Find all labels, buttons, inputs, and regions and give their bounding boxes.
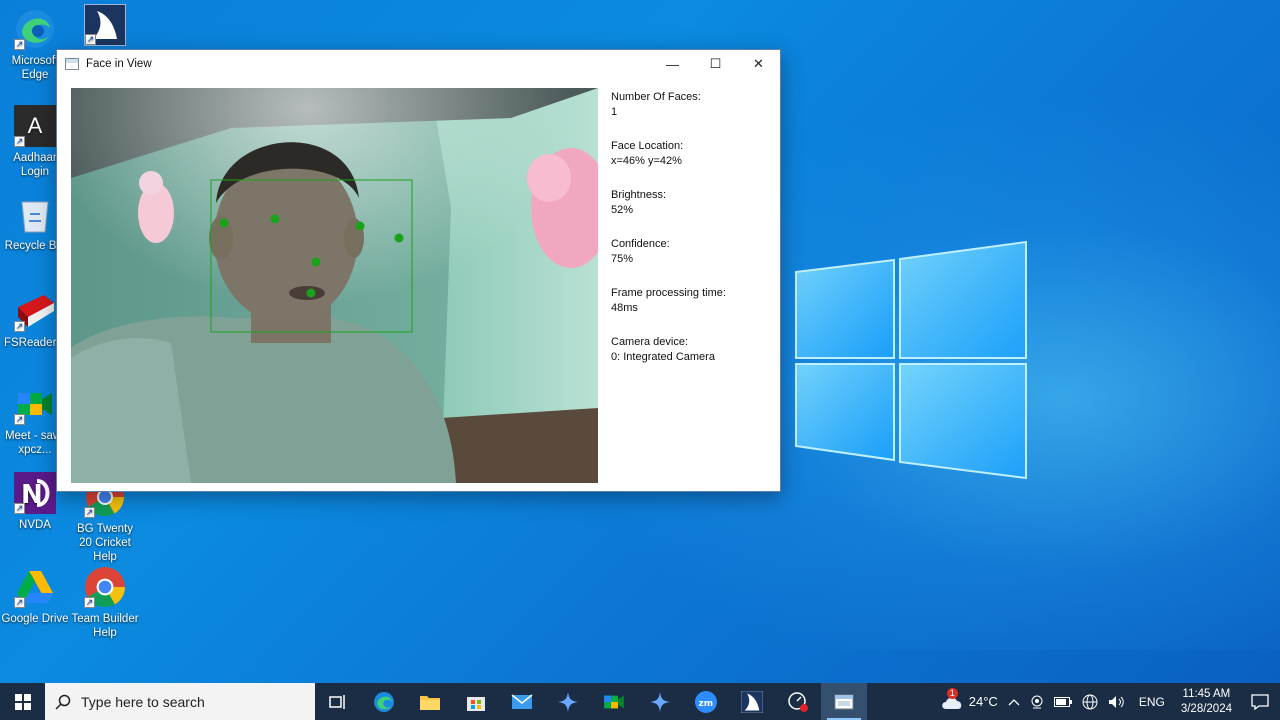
taskbar-mail[interactable] bbox=[499, 683, 545, 720]
stat-label: Camera device: bbox=[611, 336, 689, 348]
taskbar: Type here to search zm 1 24°C ENG 11:45 … bbox=[0, 683, 1280, 720]
notifications-button[interactable] bbox=[1240, 683, 1280, 720]
stat-value: 75% bbox=[611, 253, 634, 265]
window-app-icon bbox=[834, 694, 854, 709]
shark-app-icon: ↗ bbox=[84, 4, 126, 46]
zoom-icon: zm bbox=[695, 690, 717, 713]
show-hidden-icons-button[interactable] bbox=[1003, 698, 1025, 706]
battery-icon bbox=[1053, 696, 1072, 707]
stat-value: 48ms bbox=[611, 302, 638, 314]
clock-date: 3/28/2024 bbox=[1180, 702, 1232, 715]
window-titlebar[interactable]: Face in View — ☐ ✕ bbox=[57, 50, 780, 78]
stat-face-location: Face Location: x=46% y=42% bbox=[611, 139, 771, 169]
stat-value: 52% bbox=[611, 204, 634, 216]
stats-panel: Number Of Faces: 1 Face Location: x=46% … bbox=[611, 90, 771, 384]
taskbar-copilot[interactable] bbox=[545, 683, 591, 720]
weather-alert-badge: 1 bbox=[946, 687, 958, 699]
clock[interactable]: 11:45 AM 3/28/2024 bbox=[1173, 687, 1240, 717]
desktop-icon-shark[interactable]: ↗ bbox=[70, 4, 140, 50]
sparkle-icon bbox=[650, 691, 670, 712]
task-view-button[interactable] bbox=[315, 683, 361, 720]
taskbar-meet[interactable] bbox=[591, 683, 637, 720]
nvda-icon: N ↗ bbox=[14, 472, 56, 514]
desktop-icon-label: Team Builder Help bbox=[71, 613, 139, 639]
desktop-icon-label: NVDA bbox=[19, 519, 51, 531]
shark-app-icon bbox=[741, 690, 763, 713]
taskbar-face-in-view[interactable] bbox=[821, 683, 867, 720]
tray-camera[interactable] bbox=[1025, 695, 1049, 709]
google-meet-icon bbox=[604, 695, 624, 708]
stat-number-of-faces: Number Of Faces: 1 bbox=[611, 90, 771, 120]
input-language[interactable]: ENG bbox=[1131, 695, 1173, 709]
chrome-icon: ↗ bbox=[84, 566, 126, 608]
google-meet-icon: ↗ bbox=[14, 383, 56, 425]
taskbar-shark-app[interactable] bbox=[729, 683, 775, 720]
stat-value: x=46% y=42% bbox=[611, 155, 682, 167]
taskbar-copilot-2[interactable] bbox=[637, 683, 683, 720]
stat-frame-processing-time: Frame processing time: 48ms bbox=[611, 286, 771, 316]
desktop-icon-label: Google Drive bbox=[1, 613, 69, 625]
camera-feed bbox=[71, 88, 598, 483]
maximize-button[interactable]: ☐ bbox=[694, 50, 737, 78]
task-view-icon bbox=[329, 694, 345, 709]
taskbar-file-explorer[interactable] bbox=[407, 683, 453, 720]
taskbar-search-box[interactable]: Type here to search bbox=[45, 683, 315, 720]
store-icon bbox=[467, 696, 485, 711]
aadhaar-icon: A ↗ bbox=[14, 105, 56, 147]
chevron-up-icon bbox=[1008, 698, 1020, 705]
taskbar-store[interactable] bbox=[453, 683, 499, 720]
close-button[interactable]: ✕ bbox=[737, 50, 780, 78]
stat-label: Frame processing time: bbox=[611, 287, 726, 299]
minimize-button[interactable]: — bbox=[651, 50, 694, 78]
notification-icon bbox=[1251, 693, 1269, 710]
face-in-view-window: Face in View — ☐ ✕ Number Of Faces: 1 Fa… bbox=[56, 49, 781, 492]
taskbar-zoom[interactable]: zm bbox=[683, 683, 729, 720]
folder-icon bbox=[420, 695, 440, 710]
start-button[interactable] bbox=[0, 683, 45, 720]
windows-logo-wallpaper bbox=[795, 240, 1027, 480]
svg-text:zm: zm bbox=[699, 699, 714, 709]
book-icon: ↗ bbox=[14, 290, 56, 332]
tray-volume[interactable] bbox=[1103, 695, 1131, 709]
recycle-bin-icon bbox=[14, 193, 56, 235]
window-app-icon bbox=[65, 58, 79, 70]
camera-frame-image bbox=[71, 88, 598, 483]
windows-start-icon bbox=[14, 693, 31, 710]
tray-network[interactable] bbox=[1077, 694, 1103, 710]
webcam-icon bbox=[1031, 695, 1043, 708]
speaker-icon bbox=[1108, 695, 1124, 708]
stat-camera-device: Camera device: 0: Integrated Camera bbox=[611, 335, 771, 365]
stat-label: Number Of Faces: bbox=[611, 91, 701, 103]
stat-value: 0: Integrated Camera bbox=[611, 351, 715, 363]
stat-value: 1 bbox=[611, 106, 618, 118]
stat-brightness: Brightness: 52% bbox=[611, 188, 771, 218]
sparkle-icon bbox=[558, 691, 578, 712]
mail-icon bbox=[511, 693, 533, 709]
stat-label: Brightness: bbox=[611, 189, 667, 201]
search-placeholder: Type here to search bbox=[81, 693, 205, 710]
taskbar-recorder[interactable] bbox=[775, 683, 821, 720]
desktop-icon-google-drive[interactable]: ↗ Google Drive bbox=[0, 566, 70, 626]
recorder-icon bbox=[788, 691, 808, 712]
stat-label: Confidence: bbox=[611, 238, 670, 250]
desktop-icon-label: BG Twenty 20 Cricket Help bbox=[76, 523, 134, 563]
desktop-icon-team-builder[interactable]: ↗ Team Builder Help bbox=[70, 566, 140, 640]
cloud-icon: 1 bbox=[941, 687, 963, 710]
stat-confidence: Confidence: 75% bbox=[611, 237, 771, 267]
weather-temperature: 24°C bbox=[968, 694, 998, 709]
edge-icon: ↗ bbox=[14, 8, 56, 50]
tray-battery[interactable] bbox=[1049, 696, 1077, 707]
search-icon bbox=[55, 694, 71, 710]
weather-widget[interactable]: 1 24°C bbox=[936, 687, 1003, 710]
system-tray: 1 24°C ENG 11:45 AM 3/28/2024 bbox=[936, 683, 1280, 720]
clock-time: 11:45 AM bbox=[1182, 687, 1231, 700]
window-title: Face in View bbox=[86, 58, 152, 70]
google-drive-icon: ↗ bbox=[14, 566, 56, 608]
edge-icon bbox=[374, 691, 394, 712]
taskbar-edge[interactable] bbox=[361, 683, 407, 720]
globe-icon bbox=[1082, 694, 1098, 709]
stat-label: Face Location: bbox=[611, 140, 684, 152]
